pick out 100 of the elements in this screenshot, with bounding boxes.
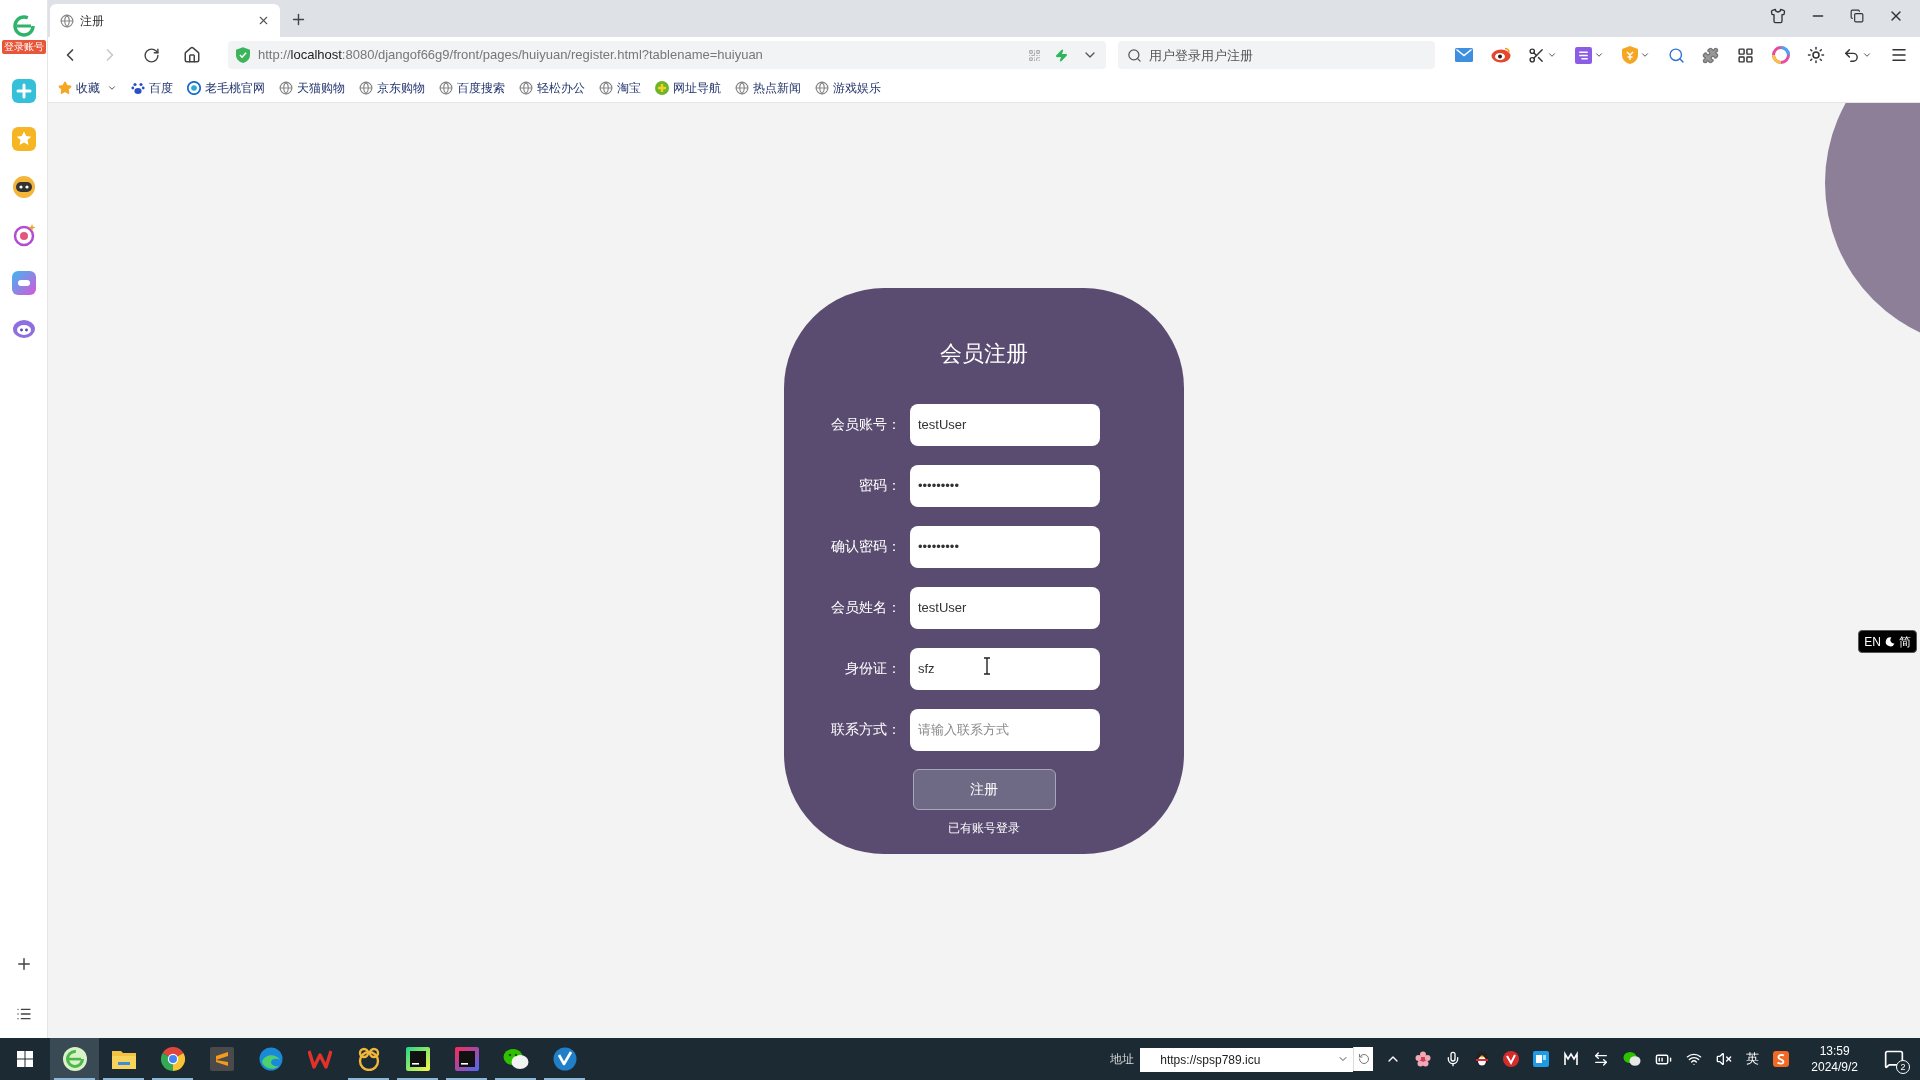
list-icon[interactable]: [15, 1006, 32, 1022]
star-tile-icon[interactable]: [11, 127, 36, 151]
puzzle-icon[interactable]: [1702, 46, 1720, 64]
reload-icon: [142, 46, 160, 64]
robot-icon[interactable]: [11, 175, 36, 199]
gradient-tile-icon[interactable]: [11, 271, 36, 295]
globe-icon: [599, 80, 613, 95]
refresh-icon[interactable]: [1357, 1053, 1370, 1065]
caret-icon[interactable]: [1862, 50, 1873, 60]
address-label: 地址: [1110, 1051, 1135, 1068]
chat-bubbles-icon[interactable]: [1623, 1051, 1642, 1067]
bookmark-link[interactable]: 老毛桃官网: [187, 78, 265, 97]
taskbar-button[interactable]: [50, 1038, 99, 1080]
square-logo-icon: [454, 1047, 479, 1071]
mail-icon[interactable]: [1455, 48, 1473, 62]
ring-logo-icon: [62, 1047, 87, 1071]
field-label: 确认密码：: [831, 537, 901, 556]
globe-icon: [439, 80, 453, 95]
eye-logo-icon[interactable]: [1490, 47, 1511, 63]
chat-bubbles-icon: [502, 1048, 529, 1070]
input-field[interactable]: testUser: [910, 403, 1100, 446]
tile-logo-icon: [209, 1047, 234, 1071]
bookmark-link[interactable]: 轻松办公: [519, 78, 585, 97]
caret-icon[interactable]: [1594, 50, 1605, 60]
close-icon[interactable]: [257, 14, 270, 27]
mute-icon[interactable]: [1716, 1051, 1733, 1067]
flower-icon[interactable]: [1415, 1051, 1432, 1067]
field-label: 联系方式：: [831, 720, 901, 739]
ring-logo-icon[interactable]: [11, 14, 36, 38]
input-field[interactable]: •••••••••: [910, 525, 1100, 568]
field-label: 身份证：: [845, 659, 901, 678]
bookmark-link[interactable]: 天猫购物: [279, 78, 345, 97]
input-field[interactable]: •••••••••: [910, 464, 1100, 507]
ime-script-text: 简: [1899, 633, 1911, 651]
clock-time: 13:59: [1819, 1043, 1850, 1059]
browser-tab[interactable]: 注册: [50, 4, 280, 37]
register-button[interactable]: 注册: [912, 768, 1056, 810]
ime-mode-text: EN: [1864, 633, 1881, 651]
bookmark-link[interactable]: 网址导航: [655, 78, 721, 97]
sun-icon[interactable]: [1807, 46, 1826, 64]
bookmark-link[interactable]: 收藏: [58, 78, 117, 97]
color-ring-icon[interactable]: [1771, 46, 1790, 64]
tile-logo-icon[interactable]: [1773, 1051, 1790, 1067]
app-tile-icon[interactable]: [1533, 1051, 1550, 1067]
search-icon[interactable]: [1667, 46, 1685, 64]
bookmark-link[interactable]: 京东购物: [359, 78, 425, 97]
globe-icon: [815, 80, 829, 95]
bookmark-link[interactable]: 游戏娱乐: [815, 78, 881, 97]
zigzag-bars-icon[interactable]: [1563, 1051, 1580, 1067]
search-icon: [1127, 48, 1142, 63]
check-badge-icon[interactable]: [1503, 1051, 1520, 1067]
search-field[interactable]: 用户登录用户注册: [1118, 41, 1435, 69]
field-label: 会员姓名：: [831, 598, 901, 617]
plus-circle-icon: [655, 80, 669, 95]
penguin-icon[interactable]: [1475, 1051, 1490, 1067]
message-icon: [1884, 1049, 1904, 1069]
home-icon: [183, 46, 201, 64]
rings-logo-icon: [356, 1047, 381, 1071]
bookmark-link[interactable]: 淘宝: [599, 78, 641, 97]
notifications-button[interactable]: 2: [1882, 1047, 1906, 1071]
globe-icon: [359, 80, 373, 95]
shield-icon: [236, 47, 250, 63]
input-field[interactable]: sfz: [910, 647, 1100, 690]
text-cursor-icon: [983, 657, 991, 675]
ghost-face-icon[interactable]: [11, 319, 36, 339]
check-circle-icon: [552, 1047, 577, 1071]
shirt-icon[interactable]: [1770, 8, 1786, 24]
clock[interactable]: 13:59 2024/9/2: [1811, 1043, 1858, 1075]
login-link[interactable]: 已有账号登录: [948, 819, 1020, 836]
square-logo-icon: [405, 1047, 430, 1071]
zigzag-logo-icon: [307, 1049, 332, 1069]
ime-indicator[interactable]: EN 简: [1858, 630, 1917, 653]
switch-arrows-icon[interactable]: [1593, 1051, 1610, 1067]
caret-icon[interactable]: [1547, 50, 1558, 60]
globe-icon: [735, 80, 749, 95]
input-field[interactable]: 请输入联系方式: [910, 708, 1100, 751]
menu-icon[interactable]: [1889, 46, 1908, 64]
login-badge[interactable]: 登录账号: [1, 40, 46, 54]
form-title: 会员注册: [940, 339, 1028, 368]
grid-icon[interactable]: [1737, 46, 1755, 64]
undo-icon[interactable]: [1843, 46, 1861, 64]
sparkle-ring-icon[interactable]: [11, 223, 36, 247]
globe-icon: [519, 80, 533, 95]
plus-tile-icon[interactable]: [11, 79, 36, 103]
wifi-icon[interactable]: [1686, 1051, 1703, 1067]
bookmark-link[interactable]: 热点新闻: [735, 78, 801, 97]
caret-icon[interactable]: [1639, 50, 1650, 60]
input-field[interactable]: testUser: [910, 586, 1100, 629]
ime-mode-text[interactable]: 英: [1746, 1049, 1760, 1069]
scissors-icon[interactable]: [1528, 46, 1546, 64]
folder-icon: [111, 1049, 136, 1069]
clock-date: 2024/9/2: [1811, 1059, 1858, 1075]
translate-tile-icon[interactable]: [1575, 46, 1593, 64]
globe-icon: [279, 80, 293, 95]
bookmark-link[interactable]: 百度搜索: [439, 78, 505, 97]
address-field[interactable]: https://spsp789.icu: [1140, 1048, 1354, 1072]
address-bar[interactable]: http://localhost:8080/djangof66g9/front/pages/huiyuan/register.html?tablename=huiyuan: [228, 41, 1106, 69]
bookmark-link[interactable]: 百度: [131, 78, 173, 97]
restore-icon[interactable]: [1850, 9, 1864, 23]
new-tab-icon[interactable]: [290, 11, 307, 28]
